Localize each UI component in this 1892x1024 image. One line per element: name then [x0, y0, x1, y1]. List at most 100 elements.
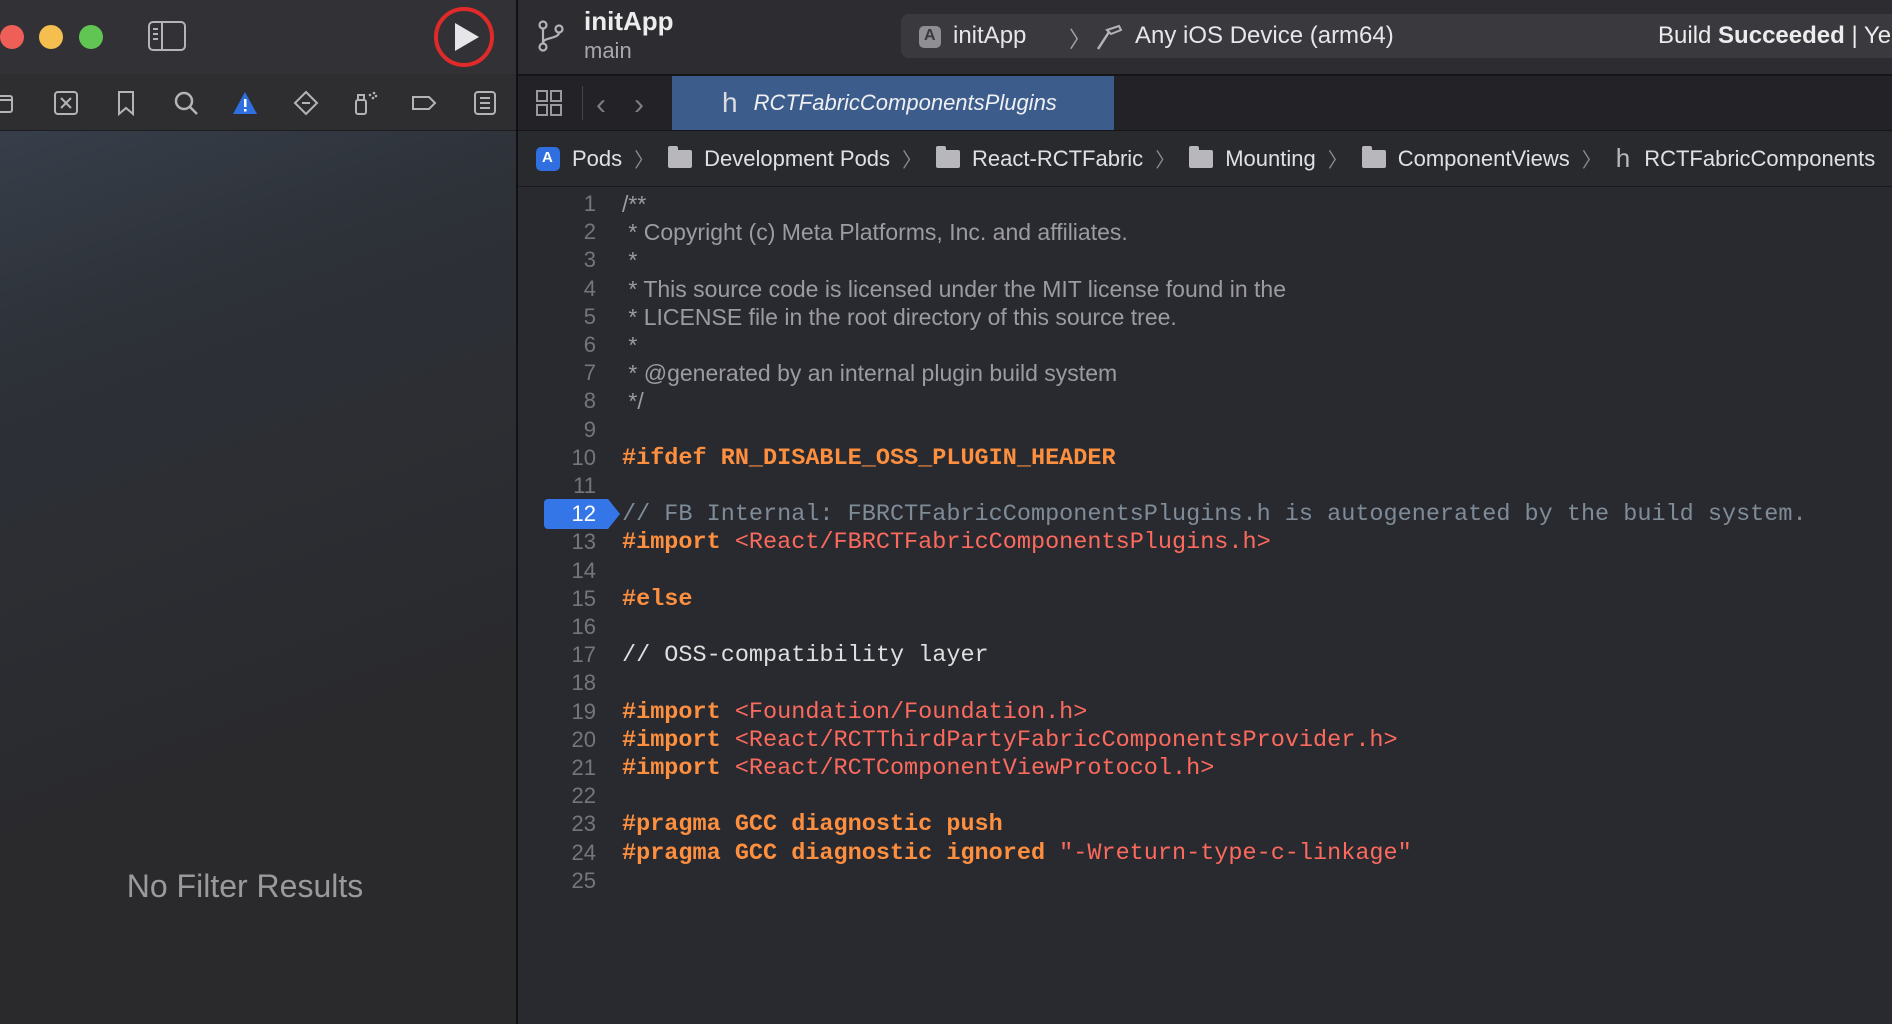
- breadcrumb-item[interactable]: Mounting 〉: [1189, 144, 1362, 173]
- line-number: 21: [571, 755, 596, 780]
- breadcrumb-separator-icon: 〉: [1581, 150, 1602, 172]
- line-number: 18: [571, 670, 596, 696]
- code-line: 25: [518, 863, 1892, 897]
- code-token: LICENSE file in the root directory of th…: [643, 303, 1177, 330]
- folder-icon: [1361, 145, 1386, 168]
- line-number: 20: [571, 726, 596, 752]
- forward-chevron-icon[interactable]: ›: [634, 88, 644, 122]
- breadcrumb-separator-icon: 〉: [1327, 150, 1348, 172]
- line-number: 24: [571, 839, 596, 865]
- folder-icon: [936, 145, 961, 168]
- issue-navigator-warning-icon[interactable]: [232, 90, 258, 116]
- breadcrumb-label: ComponentViews: [1397, 145, 1570, 171]
- breadcrumb-label: Pods: [572, 145, 623, 171]
- report-navigator-icon[interactable]: [472, 90, 498, 116]
- branch-icon: [536, 19, 566, 53]
- navigator-toolbar: [0, 0, 516, 74]
- breadcrumb-item[interactable]: ComponentViews 〉: [1361, 144, 1616, 173]
- find-navigator-search-icon[interactable]: [173, 90, 199, 116]
- code-token: */: [622, 388, 644, 415]
- tab-rctfabriccomponentsplugins[interactable]: h RCTFabricComponentsPlugins: [672, 76, 1114, 130]
- bookmark-icon[interactable]: [113, 90, 139, 117]
- line-number: 1: [583, 191, 596, 216]
- run-button[interactable]: [434, 7, 494, 67]
- project-title[interactable]: initApp: [584, 6, 674, 37]
- code-token: *: [622, 360, 644, 387]
- line-number: 16: [571, 614, 596, 639]
- breadcrumb-label: RCTFabricComponents: [1644, 145, 1876, 171]
- run-destination[interactable]: Any iOS Device (arm64): [1135, 22, 1394, 50]
- hammer-icon: [1093, 20, 1125, 52]
- line-number: 19: [571, 698, 596, 724]
- line-number: 2: [583, 219, 596, 245]
- breadcrumb-separator-icon: 〉: [634, 150, 655, 172]
- tab-label: RCTFabricComponentsPlugins: [753, 90, 1057, 115]
- code-token: *: [622, 275, 644, 302]
- breadcrumb-label: Development Pods: [704, 145, 891, 171]
- line-number: 23: [571, 811, 596, 837]
- code-token: *: [622, 303, 644, 330]
- code-token: Copyright (c) Meta Platforms, Inc. and a…: [643, 219, 1128, 246]
- code-token: *: [622, 219, 644, 246]
- editor-tab-bar: ‹ › h RCTFabricComponentsPlugins: [518, 76, 1892, 131]
- line-number: 14: [571, 557, 596, 583]
- play-icon: [455, 23, 479, 51]
- window-toolbar: initApp main initApp 〉 Any iOS Device (a…: [518, 0, 1892, 76]
- line-number: 17: [571, 642, 596, 668]
- build-status-result: Succeeded: [1718, 22, 1845, 49]
- breadcrumb-item[interactable]: Pods 〉: [536, 144, 668, 173]
- build-status-suffix: | Yes: [1851, 22, 1892, 49]
- line-number: 10: [571, 444, 596, 470]
- code-token: @generated by an internal plugin build s…: [643, 360, 1118, 387]
- related-items-grid-icon[interactable]: [536, 90, 562, 116]
- line-number: 8: [583, 388, 596, 414]
- sidebar-toggle-icon[interactable]: [148, 21, 186, 51]
- debug-navigator-spray-icon[interactable]: [352, 90, 378, 116]
- build-status-prefix: Build: [1658, 22, 1719, 49]
- navigator-selector-bar: [0, 74, 516, 131]
- line-number: 22: [571, 783, 596, 809]
- code-token: This source code is licensed under the M…: [643, 275, 1286, 302]
- line-number: 7: [583, 360, 596, 386]
- build-status: Build Succeeded | Yes: [1658, 22, 1892, 50]
- no-filter-results-message: No Filter Results: [126, 868, 364, 904]
- close-window-button[interactable]: [0, 25, 24, 49]
- folder-icon: [1189, 145, 1214, 168]
- breakpoint-navigator-icon[interactable]: [411, 90, 437, 116]
- scheme-name[interactable]: initApp: [953, 22, 1026, 50]
- branch-name[interactable]: main: [584, 38, 632, 64]
- line-number: 13: [571, 529, 596, 555]
- project-navigator-folder-icon[interactable]: [0, 90, 14, 116]
- breadcrumb-label: Mounting: [1225, 145, 1316, 171]
- breadcrumb-item[interactable]: Development Pods 〉: [668, 144, 936, 173]
- line-number: 9: [583, 416, 596, 442]
- code-token: /**: [622, 191, 647, 217]
- breadcrumb-separator-icon: 〉: [902, 150, 923, 172]
- source-editor[interactable]: 1 /** 2 * Copyright (c) Meta Platforms, In…: [518, 188, 1892, 1024]
- zoom-window-button[interactable]: [79, 25, 103, 49]
- source-control-navigator-icon[interactable]: [53, 90, 79, 116]
- navigator-pane: No Filter Results: [0, 0, 518, 1024]
- line-number: 5: [583, 303, 596, 329]
- breadcrumb-separator-icon: 〉: [1155, 150, 1176, 172]
- tab-bar-divider: [582, 86, 583, 120]
- minimize-window-button[interactable]: [39, 25, 63, 49]
- line-number: 15: [571, 585, 596, 611]
- editor-area: initApp main initApp 〉 Any iOS Device (a…: [518, 0, 1892, 1024]
- app-target-icon: [919, 26, 941, 48]
- code-token: *: [622, 332, 638, 358]
- header-file-icon: h: [722, 87, 738, 118]
- line-number: 6: [583, 332, 596, 357]
- line-number: 11: [573, 473, 596, 498]
- test-navigator-diamond-icon[interactable]: [293, 90, 319, 116]
- breadcrumb-item[interactable]: h RCTFabricComponents: [1616, 143, 1876, 174]
- scheme-separator: 〉: [1069, 27, 1092, 52]
- line-number: 12: [571, 501, 596, 527]
- line-number: 4: [583, 275, 596, 301]
- folder-icon: [668, 145, 693, 168]
- line-number: 3: [583, 247, 596, 273]
- breadcrumb-item[interactable]: React-RCTFabric 〉: [936, 144, 1189, 173]
- line-number: 25: [571, 867, 596, 893]
- project-icon: [536, 146, 560, 171]
- back-chevron-icon[interactable]: ‹: [596, 88, 606, 122]
